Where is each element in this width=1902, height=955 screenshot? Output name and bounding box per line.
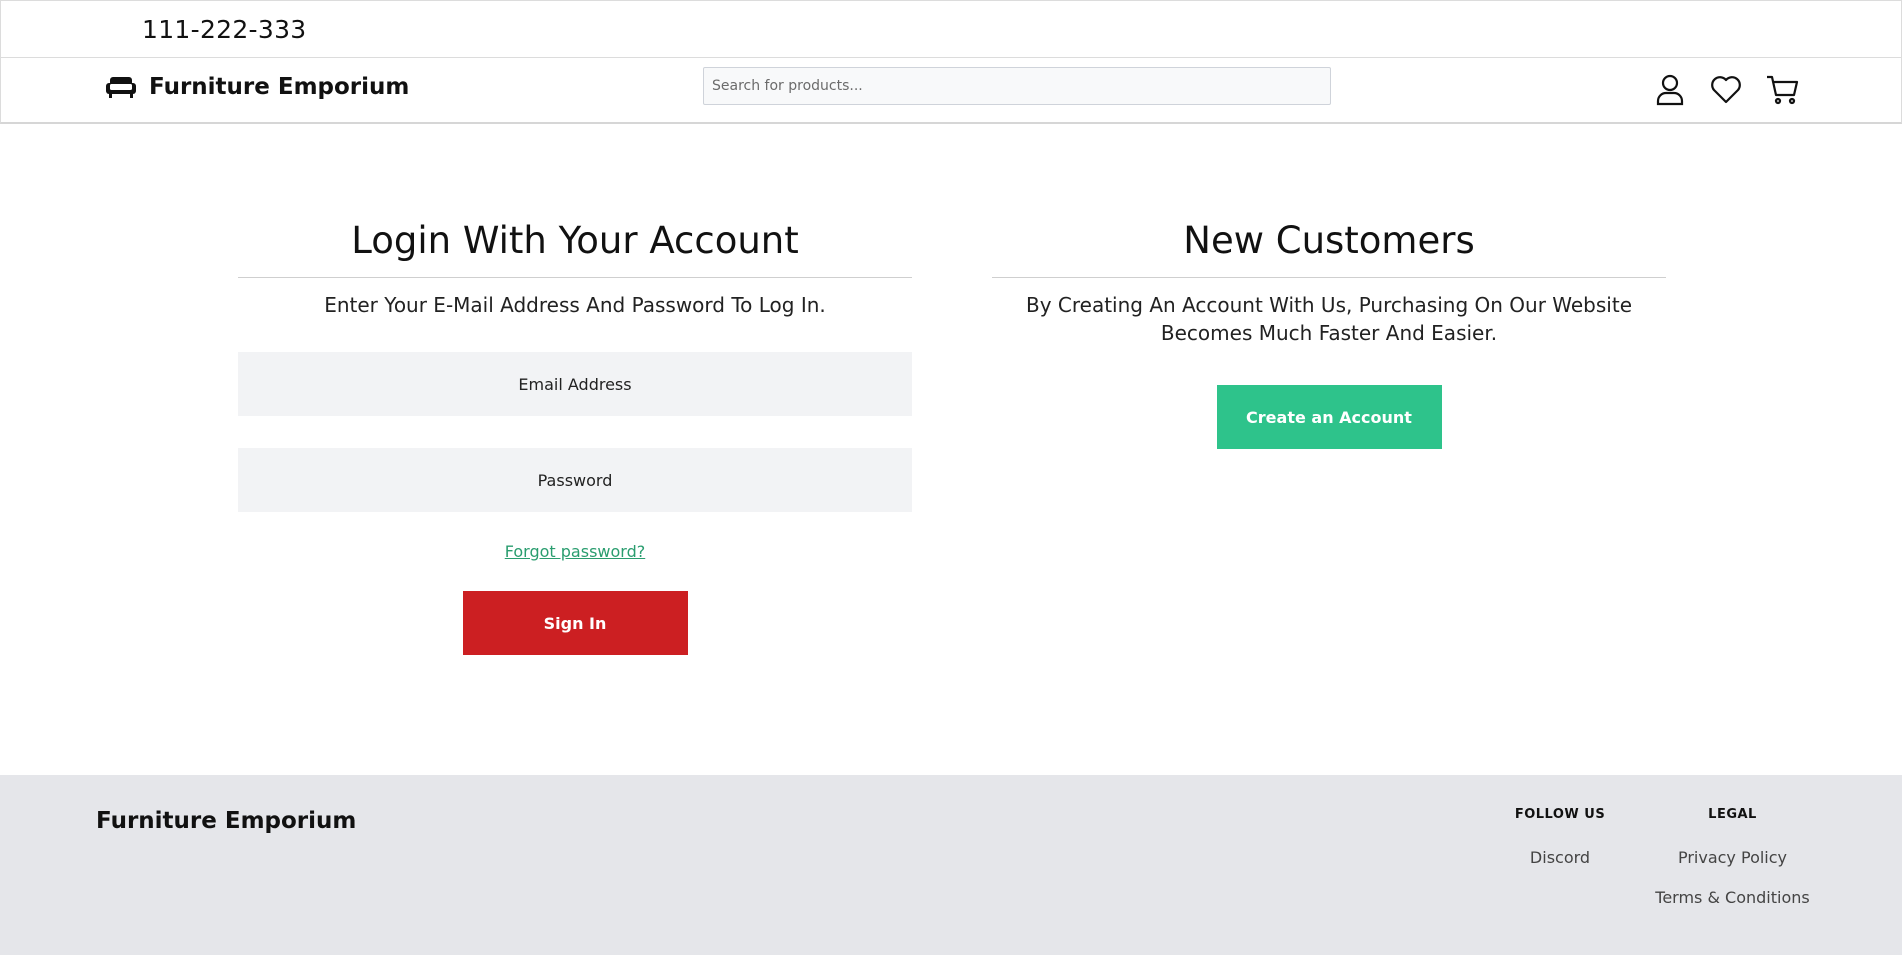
password-field[interactable] (238, 448, 912, 512)
header-actions (1653, 72, 1799, 106)
cart-icon[interactable] (1765, 72, 1799, 106)
top-bar: 111-222-333 (0, 0, 1902, 58)
email-field[interactable] (238, 352, 912, 416)
divider (992, 277, 1666, 278)
footer-heading-legal: LEGAL (1708, 807, 1757, 822)
site-header: Furniture Emporium (0, 58, 1902, 124)
login-title: Login With Your Account (351, 219, 799, 262)
footer-brand: Furniture Emporium (96, 808, 357, 834)
logo[interactable]: Furniture Emporium (105, 74, 409, 100)
footer-link-terms[interactable]: Terms & Conditions (1650, 889, 1815, 907)
search-box[interactable] (703, 67, 1331, 105)
user-icon[interactable] (1653, 72, 1687, 106)
login-section: Login With Your Account Enter Your E-Mai… (238, 218, 912, 655)
search-input[interactable] (704, 68, 1330, 104)
heart-icon[interactable] (1709, 72, 1743, 106)
forgot-password-link[interactable]: Forgot password? (505, 542, 645, 561)
site-footer: Furniture Emporium FOLLOW US Discord LEG… (0, 775, 1902, 955)
divider (238, 277, 912, 278)
brand-name: Furniture Emporium (149, 74, 410, 100)
login-subtitle: Enter Your E-Mail Address And Password T… (324, 293, 826, 317)
create-account-button[interactable]: Create an Account (1216, 385, 1442, 449)
new-customers-subtitle: By Creating An Account With Us, Purchasi… (1025, 293, 1632, 345)
new-customers-section: New Customers By Creating An Account Wit… (992, 218, 1666, 449)
phone-number: 111-222-333 (142, 15, 307, 44)
footer-heading-follow: FOLLOW US (1514, 807, 1606, 822)
footer-legal-column: LEGAL Privacy Policy Terms & Conditions (1650, 807, 1815, 907)
sign-in-button[interactable]: Sign In (462, 591, 688, 655)
footer-follow-column: FOLLOW US Discord (1500, 807, 1620, 867)
footer-link-discord[interactable]: Discord (1500, 849, 1620, 867)
sofa-icon (105, 74, 137, 100)
new-customers-title: New Customers (1183, 219, 1475, 262)
footer-link-privacy[interactable]: Privacy Policy (1650, 849, 1815, 867)
